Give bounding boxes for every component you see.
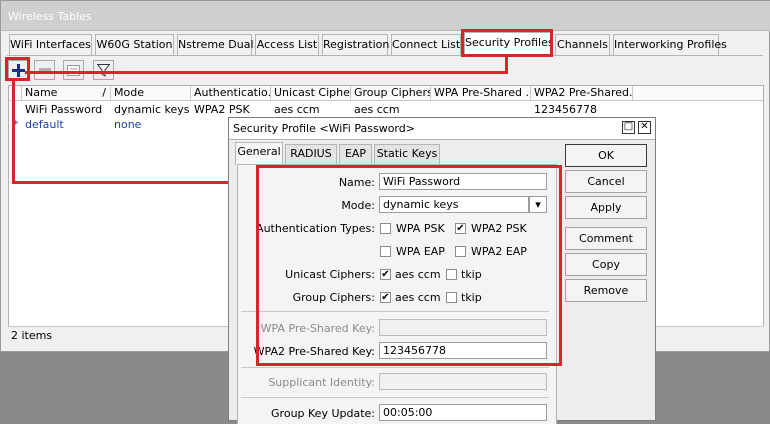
supplicant-identity-input[interactable] [379,373,547,390]
sort-indicator: / [102,86,106,99]
cancel-button[interactable]: Cancel [565,170,647,193]
dialog-tab-eap[interactable]: EAP [339,144,372,164]
column-header-mode[interactable]: Mode [111,86,191,101]
security-profile-dialog: Security Profile <WiFi Password> □ ✕ Gen… [228,117,656,424]
section-divider [241,367,549,368]
supplicant-identity-label: Supplicant Identity: [268,376,375,389]
column-header-wpa2-psk[interactable]: WPA2 Pre-Shared... [531,86,633,101]
dialog-tab-radius[interactable]: RADIUS [285,144,337,164]
tab-channels[interactable]: Channels [555,34,610,55]
column-header-marker [9,86,22,101]
table-row[interactable]: WiFi Password dynamic keys WPA2 PSK aes … [9,102,763,117]
tab-access-list[interactable]: Access List [255,34,319,55]
highlight-add-button [5,57,30,81]
default-marker: * [13,118,19,131]
item-count: 2 items [11,329,53,342]
tab-divider [7,55,763,56]
filter-icon [97,63,110,77]
dialog-tab-general[interactable]: General [235,142,283,165]
tab-w60g-station[interactable]: W60G Station [95,34,174,55]
column-header-wpa-psk[interactable]: WPA Pre-Shared ... [431,86,531,101]
cell-name: WiFi Password [25,103,103,116]
cell-mode: dynamic keys [114,103,190,116]
column-header-authentication[interactable]: Authenticatio... [191,86,271,101]
column-header-unicast-ciphers[interactable]: Unicast Ciphers [271,86,351,101]
window-titlebar: Wireless Tables [1,1,770,31]
restore-icon[interactable]: □ [622,121,635,134]
remove-button[interactable] [34,60,55,80]
cell-wpa2-psk: 123456778 [534,103,597,116]
tab-interworking-profiles[interactable]: Interworking Profiles [613,34,727,55]
cell-name: default [25,118,64,131]
dialog-title: Security Profile <WiFi Password> [233,122,415,135]
tab-nstreme-dual[interactable]: Nstreme Dual [177,34,254,55]
column-header-name[interactable]: Name / [22,86,111,101]
cell-unicast-ciphers: aes ccm [274,103,320,116]
tab-registration[interactable]: Registration [322,34,389,55]
highlight-connector [12,81,15,184]
comment-button[interactable] [63,60,84,80]
dialog-tab-static-keys[interactable]: Static Keys [374,144,440,164]
section-divider [241,397,549,398]
column-header-filler [633,86,763,101]
cell-authentication: WPA2 PSK [194,103,250,116]
group-key-update-label: Group Key Update: [271,407,375,420]
window-title: Wireless Tables [8,10,92,23]
group-key-update-input[interactable]: 00:05:00 [379,404,547,421]
cell-wpa-psk [431,102,531,117]
cell-mode: none [114,118,142,131]
ok-button[interactable]: OK [565,144,647,167]
copy-button[interactable]: Copy [565,253,647,276]
highlight-connector [25,71,508,74]
highlight-connector [12,181,258,184]
tab-connect-list[interactable]: Connect List [391,34,461,55]
close-icon[interactable]: ✕ [638,121,651,134]
column-header-group-ciphers[interactable]: Group Ciphers [351,86,431,101]
tab-wifi-interfaces[interactable]: WiFi Interfaces [9,34,92,55]
apply-button[interactable]: Apply [565,196,647,219]
dialog-titlebar: Security Profile <WiFi Password> □ ✕ [229,118,655,140]
filter-button[interactable] [93,60,114,80]
highlight-security-profiles-tab [461,29,553,57]
remove-button-dialog[interactable]: Remove [565,279,647,302]
comment-button-dialog[interactable]: Comment [565,227,647,250]
cell-group-ciphers: aes ccm [354,103,400,116]
highlight-form-fields [256,165,562,366]
